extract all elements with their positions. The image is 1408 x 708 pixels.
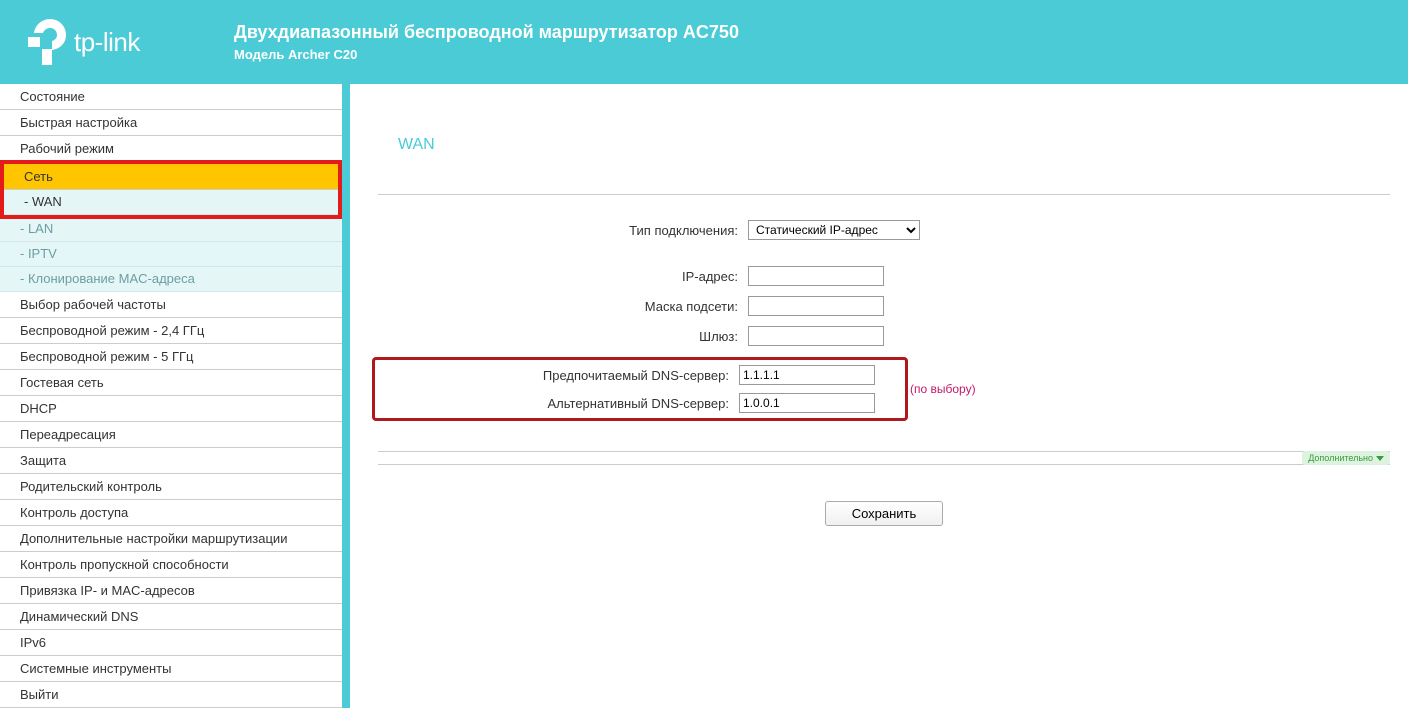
dns-highlight-box: Предпочитаемый DNS-сервер: Альтернативны… xyxy=(372,357,908,421)
nav-wireless-5[interactable]: Беспроводной режим - 5 ГГц xyxy=(0,344,342,370)
nav-routing[interactable]: Дополнительные настройки маршрутизации xyxy=(0,526,342,552)
nav-sub-iptv[interactable]: - IPTV xyxy=(0,242,342,267)
input-mask[interactable] xyxy=(748,296,884,316)
advanced-toggle[interactable]: Дополнительно xyxy=(1302,451,1390,465)
save-button[interactable]: Сохранить xyxy=(825,501,944,526)
input-ip[interactable] xyxy=(748,266,884,286)
nav-guest[interactable]: Гостевая сеть xyxy=(0,370,342,396)
select-connection-type[interactable]: Статический IP-адрес xyxy=(748,220,920,240)
header-titles: Двухдиапазонный беспроводной маршрутизат… xyxy=(234,22,739,62)
header: tp-link Двухдиапазонный беспроводной мар… xyxy=(0,0,1408,84)
label-gateway: Шлюз: xyxy=(378,329,748,344)
nav-forwarding[interactable]: Переадресация xyxy=(0,422,342,448)
nav-sub-lan[interactable]: - LAN xyxy=(0,217,342,242)
nav-parental[interactable]: Родительский контроль xyxy=(0,474,342,500)
nav-sub-wan[interactable]: - WAN xyxy=(4,190,338,215)
chevron-down-icon xyxy=(1376,456,1384,461)
label-dns1: Предпочитаемый DNS-сервер: xyxy=(369,368,739,383)
nav-sub-mac-clone[interactable]: - Клонирование MAC-адреса xyxy=(0,267,342,292)
brand-text: tp-link xyxy=(74,27,140,58)
product-subtitle: Модель Archer C20 xyxy=(234,47,739,62)
nav-ip-mac-binding[interactable]: Привязка IP- и MAC-адресов xyxy=(0,578,342,604)
optional-note: (по выбору) xyxy=(910,382,976,396)
input-gateway[interactable] xyxy=(748,326,884,346)
advanced-toggle-label: Дополнительно xyxy=(1308,453,1373,463)
label-mask: Маска подсети: xyxy=(378,299,748,314)
nav-wireless-24[interactable]: Беспроводной режим - 2,4 ГГц xyxy=(0,318,342,344)
nav-system-tools[interactable]: Системные инструменты xyxy=(0,656,342,682)
nav-bandwidth[interactable]: Контроль пропускной способности xyxy=(0,552,342,578)
nav-status[interactable]: Состояние xyxy=(0,84,342,110)
page-title: WAN xyxy=(398,136,1390,154)
nav-dhcp[interactable]: DHCP xyxy=(0,396,342,422)
brand-logo: tp-link xyxy=(28,19,228,65)
advanced-divider: Дополнительно xyxy=(378,451,1390,465)
nav-ddns[interactable]: Динамический DNS xyxy=(0,604,342,630)
nav-operation-mode[interactable]: Рабочий режим xyxy=(0,136,342,162)
nav-logout[interactable]: Выйти xyxy=(0,682,342,708)
nav-security[interactable]: Защита xyxy=(0,448,342,474)
label-ip: IP-адрес: xyxy=(378,269,748,284)
wan-form: Тип подключения: Статический IP-адрес IP… xyxy=(378,219,1390,423)
main-content: WAN Тип подключения: Статический IP-адре… xyxy=(350,84,1408,708)
input-dns1[interactable] xyxy=(739,365,875,385)
label-connection-type: Тип подключения: xyxy=(378,223,748,238)
divider-top xyxy=(378,194,1390,195)
product-title: Двухдиапазонный беспроводной маршрутизат… xyxy=(234,22,739,43)
nav-ipv6[interactable]: IPv6 xyxy=(0,630,342,656)
nav-band-select[interactable]: Выбор рабочей частоты xyxy=(0,292,342,318)
sidebar: Состояние Быстрая настройка Рабочий режи… xyxy=(0,84,350,708)
tp-link-logo-icon xyxy=(28,19,66,65)
label-dns2: Альтернативный DNS-сервер: xyxy=(369,396,739,411)
nav-network-highlight: Сеть - WAN xyxy=(0,160,342,219)
nav-quick-setup[interactable]: Быстрая настройка xyxy=(0,110,342,136)
input-dns2[interactable] xyxy=(739,393,875,413)
nav-access-control[interactable]: Контроль доступа xyxy=(0,500,342,526)
nav-network[interactable]: Сеть xyxy=(4,164,338,190)
